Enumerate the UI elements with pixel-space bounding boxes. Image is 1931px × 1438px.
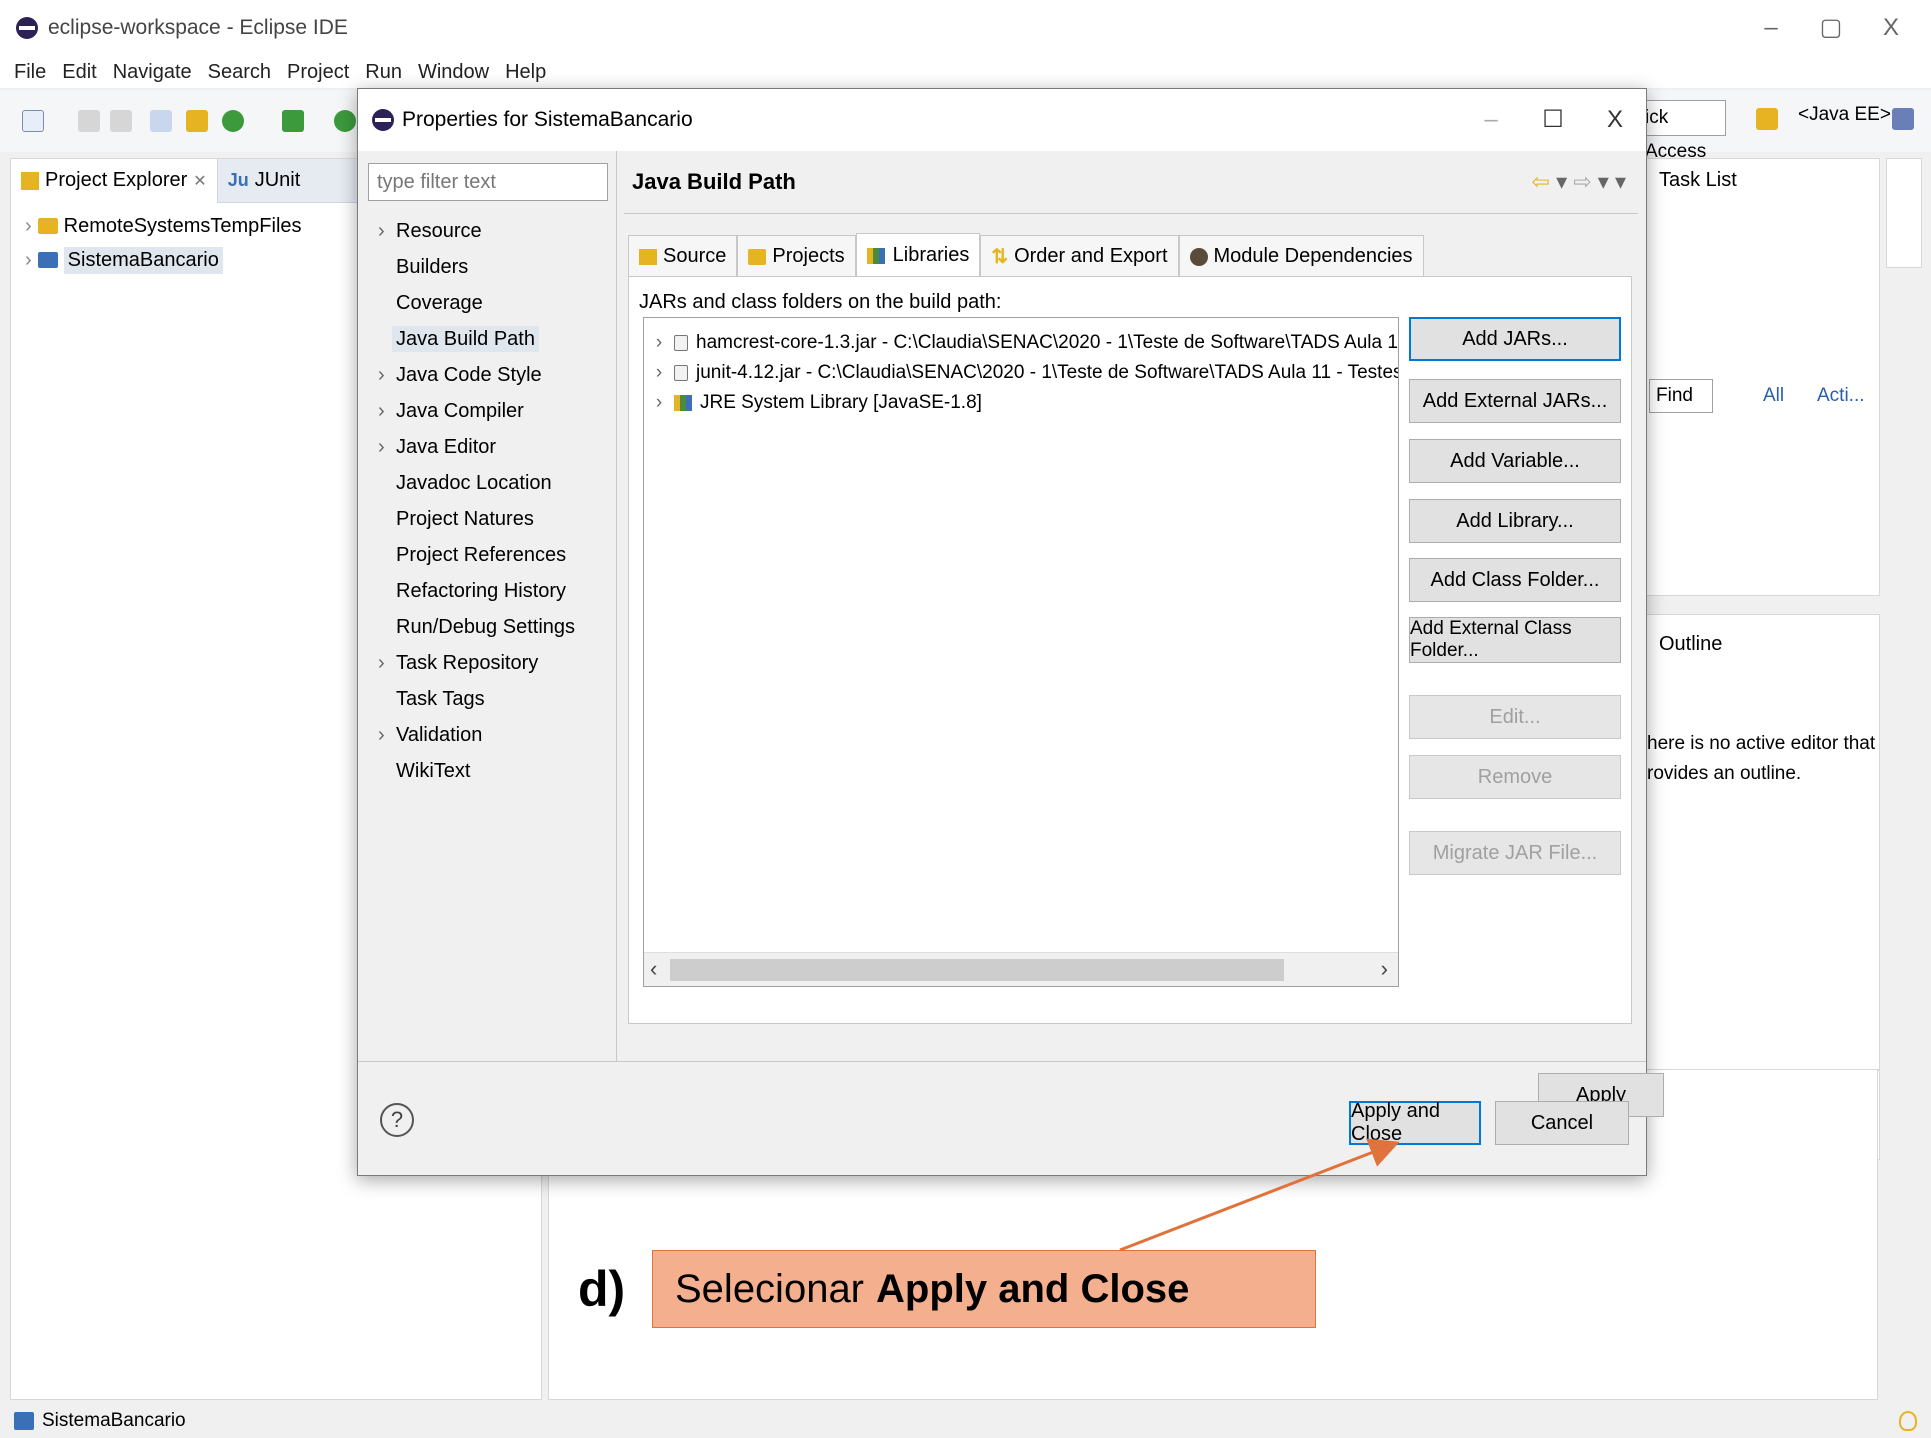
annotation-letter: d) (578, 1261, 626, 1317)
annotation-bold-text: Apply and Close (876, 1266, 1190, 1311)
status-project: SistemaBancario (42, 1410, 186, 1431)
tip-lightbulb-icon[interactable] (1899, 1411, 1917, 1431)
status-bar: SistemaBancario (0, 1404, 1931, 1438)
project-icon (14, 1412, 34, 1430)
annotation-text: Selecionar (675, 1266, 865, 1311)
annotation-callout: Selecionar Apply and Close (652, 1250, 1316, 1328)
annotation-arrow (1119, 1138, 1400, 1252)
